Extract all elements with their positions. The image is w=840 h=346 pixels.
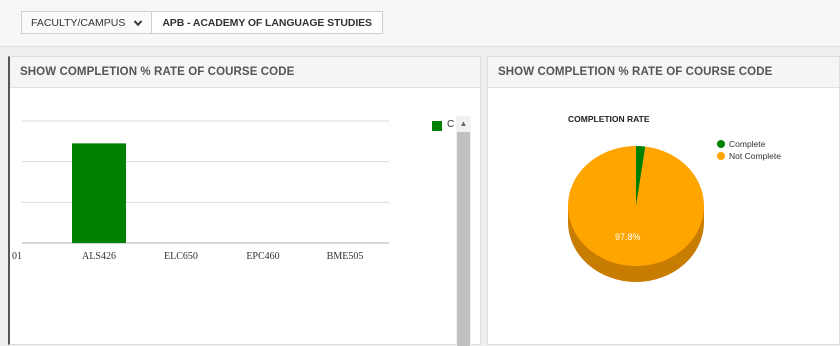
bar-chart-legend: C ▲ xyxy=(426,116,476,346)
pie-chart xyxy=(568,146,705,282)
pie-legend-item-not-complete[interactable]: Not Complete xyxy=(716,151,789,161)
faculty-campus-filter[interactable]: FACULTY/CAMPUS APB - ACADEMY OF LANGUAGE… xyxy=(21,11,383,34)
pie-legend-dot-not-complete xyxy=(717,152,725,160)
pie-chart-panel: SHOW COMPLETION % RATE OF COURSE CODE CO… xyxy=(487,56,840,345)
x-tick-label: EPC460 xyxy=(246,251,279,262)
chevron-down-icon[interactable] xyxy=(133,18,143,28)
pie-chart-title: COMPLETION RATE xyxy=(568,114,650,124)
bar-chart-panel-title: SHOW COMPLETION % RATE OF COURSE CODE xyxy=(10,57,480,88)
bar-chart-panel: SHOW COMPLETION % RATE OF COURSE CODE 01… xyxy=(8,56,481,346)
pie-legend: Complete Not Complete xyxy=(716,139,789,163)
pie-slice-label-not-complete: 97.8% xyxy=(615,232,641,242)
scroll-up-arrow-icon[interactable]: ▲ xyxy=(456,116,471,131)
pie-legend-item-complete[interactable]: Complete xyxy=(716,139,789,149)
bar-chart: 01 ALS426 ELC650 EPC460 BME505 xyxy=(12,120,389,262)
x-tick-label: 01 xyxy=(12,251,22,262)
bar-als426 xyxy=(72,143,126,243)
legend-scroll-thumb[interactable] xyxy=(457,132,470,346)
faculty-campus-dropdown[interactable]: FACULTY/CAMPUS xyxy=(22,12,153,33)
x-tick-label: BME505 xyxy=(327,251,364,262)
legend-swatch-c xyxy=(432,121,442,131)
filter-bar: FACULTY/CAMPUS APB - ACADEMY OF LANGUAGE… xyxy=(0,0,840,47)
x-tick-label: ELC650 xyxy=(164,251,198,262)
legend-label-c: C xyxy=(447,119,455,130)
pie-legend-label-complete: Complete xyxy=(729,139,766,149)
faculty-campus-label: FACULTY/CAMPUS xyxy=(31,16,126,29)
x-tick-label: ALS426 xyxy=(82,251,116,262)
pie-legend-dot-complete xyxy=(717,140,725,148)
pie-legend-label-not-complete: Not Complete xyxy=(729,151,781,161)
faculty-campus-value: APB - ACADEMY OF LANGUAGE STUDIES xyxy=(162,16,372,29)
